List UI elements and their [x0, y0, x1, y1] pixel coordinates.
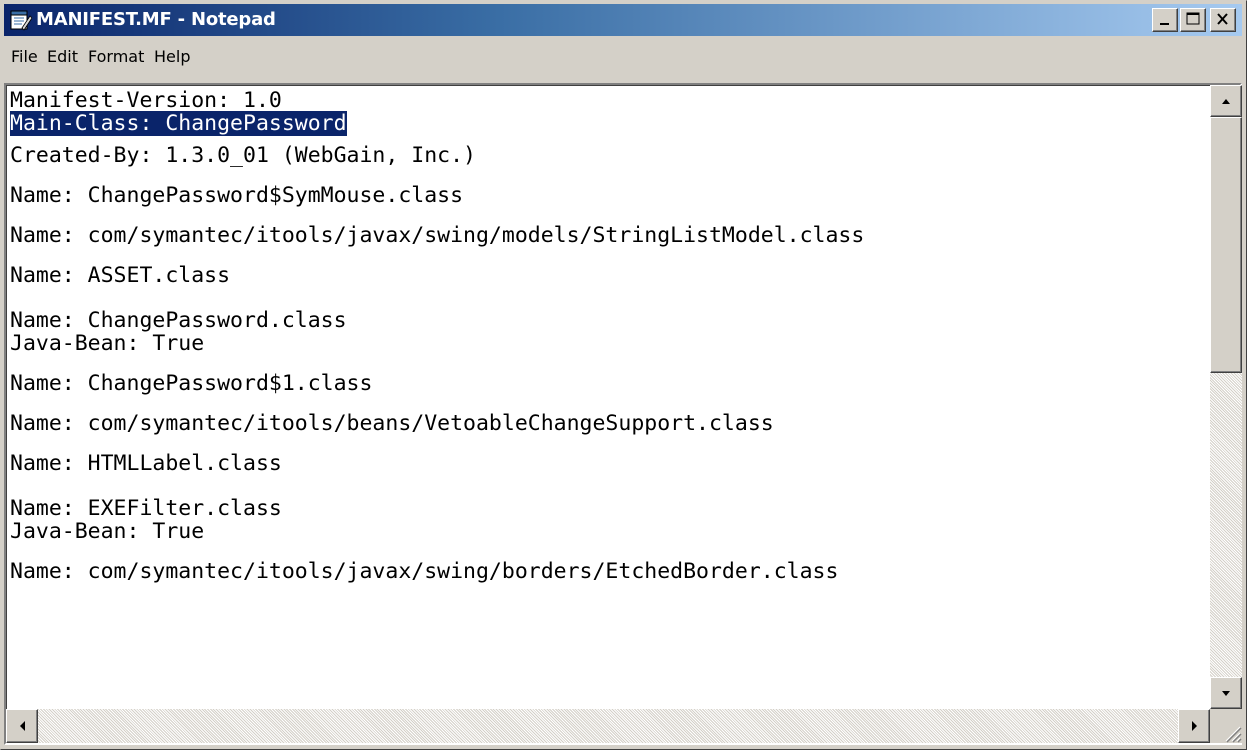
minimize-icon: [1160, 23, 1169, 25]
menu-bar: File Edit Format Help: [4, 37, 1242, 75]
scroll-up-button[interactable]: [1210, 85, 1242, 117]
document-line: Name: EXEFilter.class: [10, 496, 282, 521]
menu-help[interactable]: Help: [154, 37, 190, 77]
document-line: Main-Class: ChangePassword: [10, 111, 1204, 136]
document-text[interactable]: Manifest-Version: 1.0 Main-Class: ChangeP…: [10, 89, 1204, 709]
notepad-icon: [10, 10, 32, 31]
scroll-down-button[interactable]: [1210, 677, 1242, 709]
menu-edit[interactable]: Edit: [47, 37, 78, 77]
arrow-up-icon: [1222, 99, 1230, 104]
notepad-window: MANIFEST.MF - Notepad File Edit Format H…: [0, 0, 1247, 750]
scroll-left-button[interactable]: [6, 709, 38, 743]
document-line: Name: ChangePassword.class: [10, 308, 347, 333]
document-line: Name: com/symantec/itools/beans/Vetoable…: [10, 411, 774, 436]
maximize-icon: [1186, 12, 1200, 25]
text-editor[interactable]: Manifest-Version: 1.0 Main-Class: ChangeP…: [4, 83, 1242, 745]
document-line: Java-Bean: True: [10, 519, 205, 544]
vertical-scroll-thumb[interactable]: [1210, 117, 1242, 373]
document-line: Java-Bean: True: [10, 331, 205, 356]
document-line: Manifest-Version: 1.0: [10, 89, 282, 113]
window-title: MANIFEST.MF - Notepad: [36, 9, 276, 30]
arrow-left-icon: [20, 721, 25, 731]
arrow-right-icon: [1192, 721, 1197, 731]
horizontal-scrollbar[interactable]: [6, 709, 1210, 743]
arrow-down-icon: [1222, 691, 1230, 696]
document-line: Name: com/symantec/itools/javax/swing/bo…: [10, 559, 839, 584]
title-bar[interactable]: MANIFEST.MF - Notepad: [4, 4, 1242, 36]
scroll-right-button[interactable]: [1178, 709, 1210, 743]
vertical-scrollbar[interactable]: [1210, 85, 1242, 709]
document-line: Name: HTMLLabel.class: [10, 451, 282, 476]
close-button[interactable]: [1210, 8, 1236, 32]
minimize-button[interactable]: [1152, 8, 1178, 32]
resize-grip-icon: [1225, 726, 1242, 743]
document-line: Created-By: 1.3.0_01 (WebGain, Inc.): [10, 143, 476, 168]
close-icon: [1217, 13, 1228, 25]
menu-format[interactable]: Format: [88, 37, 144, 77]
maximize-button[interactable]: [1180, 8, 1206, 32]
menu-file[interactable]: File: [11, 37, 38, 77]
document-line: Name: com/symantec/itools/javax/swing/mo…: [10, 223, 865, 248]
document-line: Name: ASSET.class: [10, 263, 231, 288]
document-line: Name: ChangePassword$1.class: [10, 371, 373, 396]
resize-grip[interactable]: [1210, 709, 1242, 743]
selected-text[interactable]: Main-Class: ChangePassword: [10, 111, 347, 136]
document-line: Name: ChangePassword$SymMouse.class: [10, 183, 464, 208]
